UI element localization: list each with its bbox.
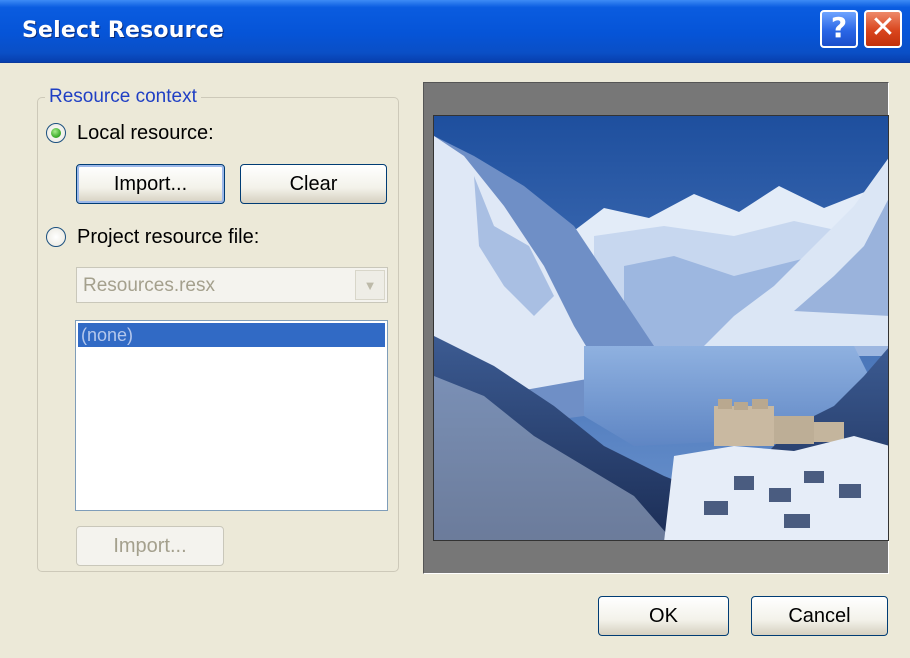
help-button[interactable]: ? — [820, 10, 858, 48]
title-bar[interactable]: Select Resource ? ✕ — [0, 0, 910, 63]
list-item[interactable]: (none) — [78, 323, 385, 347]
import-button[interactable]: Import... — [76, 164, 225, 204]
close-button[interactable]: ✕ — [864, 10, 902, 48]
local-resource-label: Local resource: — [77, 121, 214, 144]
resources-listbox[interactable]: (none) — [75, 320, 388, 511]
chevron-down-icon[interactable]: ▼ — [355, 270, 385, 300]
preview-image — [433, 115, 889, 541]
project-resource-option[interactable]: Project resource file: — [46, 222, 259, 252]
project-import-button[interactable]: Import... — [76, 526, 224, 566]
clear-button[interactable]: Clear — [240, 164, 387, 204]
project-resource-label: Project resource file: — [77, 225, 260, 248]
project-resource-radio[interactable] — [46, 227, 66, 247]
local-resource-radio[interactable] — [46, 123, 66, 143]
resource-file-dropdown[interactable]: Resources.resx ▼ — [76, 267, 388, 303]
cancel-button[interactable]: Cancel — [751, 596, 888, 636]
window-title: Select Resource — [22, 18, 224, 43]
local-resource-option[interactable]: Local resource: — [46, 118, 214, 148]
resource-context-legend: Resource context — [45, 86, 201, 108]
ok-button[interactable]: OK — [598, 596, 729, 636]
resource-file-value: Resources.resx — [83, 275, 215, 296]
